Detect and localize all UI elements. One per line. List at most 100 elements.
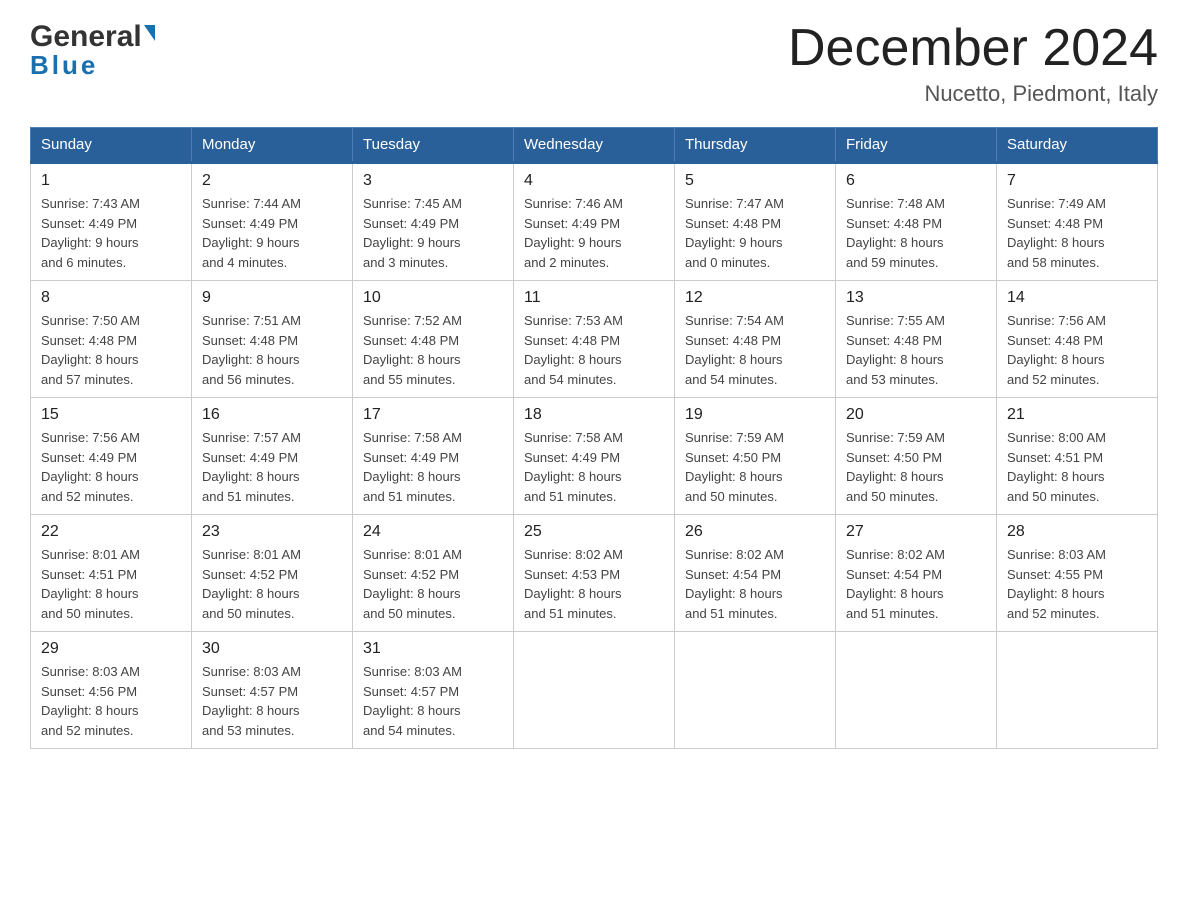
col-tuesday: Tuesday bbox=[353, 128, 514, 163]
day-number: 24 bbox=[363, 523, 503, 541]
calendar-cell: 6 Sunrise: 7:48 AMSunset: 4:48 PMDaylight… bbox=[836, 163, 997, 281]
calendar-cell: 24 Sunrise: 8:01 AMSunset: 4:52 PMDayligh… bbox=[353, 515, 514, 632]
calendar-cell: 7Sunrise: 7:49 AMSunset: 4:48 PMDaylight… bbox=[997, 163, 1158, 281]
calendar-cell: 28 Sunrise: 8:03 AMSunset: 4:55 PMDayligh… bbox=[997, 515, 1158, 632]
day-info: Sunrise: 7:59 AMSunset: 4:50 PMDaylight:… bbox=[685, 428, 825, 506]
day-number: 17 bbox=[363, 406, 503, 424]
day-number: 27 bbox=[846, 523, 986, 541]
day-info: Sunrise: 7:58 AMSunset: 4:49 PMDaylight:… bbox=[524, 428, 664, 506]
calendar-cell: 20 Sunrise: 7:59 AMSunset: 4:50 PMDayligh… bbox=[836, 398, 997, 515]
day-number: 28 bbox=[1007, 523, 1147, 541]
logo: General Blue bbox=[30, 20, 155, 81]
calendar-cell: 29 Sunrise: 8:03 AMSunset: 4:56 PMDayligh… bbox=[31, 632, 192, 749]
day-number: 6 bbox=[846, 172, 986, 190]
calendar-cell: 23Sunrise: 8:01 AMSunset: 4:52 PMDayligh… bbox=[192, 515, 353, 632]
calendar-cell: 12 Sunrise: 7:54 AMSunset: 4:48 PMDayligh… bbox=[675, 281, 836, 398]
day-number: 10 bbox=[363, 289, 503, 307]
day-number: 23 bbox=[202, 523, 342, 541]
day-number: 12 bbox=[685, 289, 825, 307]
day-info: Sunrise: 8:03 AMSunset: 4:55 PMDaylight:… bbox=[1007, 545, 1147, 623]
day-number: 1 bbox=[41, 172, 181, 190]
day-number: 9 bbox=[202, 289, 342, 307]
calendar-cell: 2Sunrise: 7:44 AMSunset: 4:49 PMDaylight… bbox=[192, 163, 353, 281]
day-number: 5 bbox=[685, 172, 825, 190]
week-row-3: 15 Sunrise: 7:56 AMSunset: 4:49 PMDayligh… bbox=[31, 398, 1158, 515]
day-number: 3 bbox=[363, 172, 503, 190]
day-number: 7 bbox=[1007, 172, 1147, 190]
calendar-cell: 30 Sunrise: 8:03 AMSunset: 4:57 PMDayligh… bbox=[192, 632, 353, 749]
calendar-cell: 14Sunrise: 7:56 AMSunset: 4:48 PMDayligh… bbox=[997, 281, 1158, 398]
day-number: 30 bbox=[202, 640, 342, 658]
col-saturday: Saturday bbox=[997, 128, 1158, 163]
day-info: Sunrise: 7:56 AMSunset: 4:49 PMDaylight:… bbox=[41, 428, 181, 506]
col-friday: Friday bbox=[836, 128, 997, 163]
col-monday: Monday bbox=[192, 128, 353, 163]
day-number: 20 bbox=[846, 406, 986, 424]
day-info: Sunrise: 8:03 AMSunset: 4:57 PMDaylight:… bbox=[202, 662, 342, 740]
day-info: Sunrise: 8:03 AMSunset: 4:57 PMDaylight:… bbox=[363, 662, 503, 740]
week-row-2: 8Sunrise: 7:50 AMSunset: 4:48 PMDaylight… bbox=[31, 281, 1158, 398]
logo-triangle-icon bbox=[144, 25, 155, 41]
col-sunday: Sunday bbox=[31, 128, 192, 163]
logo-general: General bbox=[30, 20, 142, 54]
day-info: Sunrise: 7:50 AMSunset: 4:48 PMDaylight:… bbox=[41, 311, 181, 389]
day-number: 15 bbox=[41, 406, 181, 424]
day-info: Sunrise: 8:03 AMSunset: 4:56 PMDaylight:… bbox=[41, 662, 181, 740]
day-number: 4 bbox=[524, 172, 664, 190]
day-number: 21 bbox=[1007, 406, 1147, 424]
calendar-cell: 1 Sunrise: 7:43 AMSunset: 4:49 PMDaylight… bbox=[31, 163, 192, 281]
day-info: Sunrise: 7:55 AMSunset: 4:48 PMDaylight:… bbox=[846, 311, 986, 389]
col-thursday: Thursday bbox=[675, 128, 836, 163]
day-number: 2 bbox=[202, 172, 342, 190]
day-info: Sunrise: 7:53 AMSunset: 4:48 PMDaylight:… bbox=[524, 311, 664, 389]
header-row: Sunday Monday Tuesday Wednesday Thursday… bbox=[31, 128, 1158, 163]
calendar-cell: 5 Sunrise: 7:47 AMSunset: 4:48 PMDaylight… bbox=[675, 163, 836, 281]
day-number: 25 bbox=[524, 523, 664, 541]
header: General Blue December 2024 Nucetto, Pied… bbox=[30, 20, 1158, 107]
calendar-cell: 17 Sunrise: 7:58 AMSunset: 4:49 PMDayligh… bbox=[353, 398, 514, 515]
day-number: 14 bbox=[1007, 289, 1147, 307]
day-number: 31 bbox=[363, 640, 503, 658]
calendar-cell bbox=[514, 632, 675, 749]
day-number: 22 bbox=[41, 523, 181, 541]
calendar-cell: 13Sunrise: 7:55 AMSunset: 4:48 PMDayligh… bbox=[836, 281, 997, 398]
calendar-cell: 18Sunrise: 7:58 AMSunset: 4:49 PMDayligh… bbox=[514, 398, 675, 515]
day-info: Sunrise: 8:02 AMSunset: 4:53 PMDaylight:… bbox=[524, 545, 664, 623]
calendar-cell: 19Sunrise: 7:59 AMSunset: 4:50 PMDayligh… bbox=[675, 398, 836, 515]
day-info: Sunrise: 8:02 AMSunset: 4:54 PMDaylight:… bbox=[846, 545, 986, 623]
day-info: Sunrise: 7:47 AMSunset: 4:48 PMDaylight:… bbox=[685, 194, 825, 272]
calendar-cell: 8Sunrise: 7:50 AMSunset: 4:48 PMDaylight… bbox=[31, 281, 192, 398]
day-info: Sunrise: 7:58 AMSunset: 4:49 PMDaylight:… bbox=[363, 428, 503, 506]
day-info: Sunrise: 8:01 AMSunset: 4:52 PMDaylight:… bbox=[363, 545, 503, 623]
day-info: Sunrise: 7:52 AMSunset: 4:48 PMDaylight:… bbox=[363, 311, 503, 389]
week-row-1: 1 Sunrise: 7:43 AMSunset: 4:49 PMDaylight… bbox=[31, 163, 1158, 281]
day-info: Sunrise: 7:54 AMSunset: 4:48 PMDaylight:… bbox=[685, 311, 825, 389]
calendar-cell: 15 Sunrise: 7:56 AMSunset: 4:49 PMDayligh… bbox=[31, 398, 192, 515]
day-number: 11 bbox=[524, 289, 664, 307]
calendar-cell: 31 Sunrise: 8:03 AMSunset: 4:57 PMDayligh… bbox=[353, 632, 514, 749]
logo-blue: Blue bbox=[30, 50, 98, 81]
day-number: 16 bbox=[202, 406, 342, 424]
calendar-table: Sunday Monday Tuesday Wednesday Thursday… bbox=[30, 127, 1158, 749]
calendar-cell bbox=[675, 632, 836, 749]
day-info: Sunrise: 8:01 AMSunset: 4:51 PMDaylight:… bbox=[41, 545, 181, 623]
calendar-cell bbox=[836, 632, 997, 749]
week-row-4: 22 Sunrise: 8:01 AMSunset: 4:51 PMDayligh… bbox=[31, 515, 1158, 632]
calendar-cell: 16Sunrise: 7:57 AMSunset: 4:49 PMDayligh… bbox=[192, 398, 353, 515]
calendar-cell: 27 Sunrise: 8:02 AMSunset: 4:54 PMDayligh… bbox=[836, 515, 997, 632]
calendar-cell: 11 Sunrise: 7:53 AMSunset: 4:48 PMDayligh… bbox=[514, 281, 675, 398]
week-row-5: 29 Sunrise: 8:03 AMSunset: 4:56 PMDayligh… bbox=[31, 632, 1158, 749]
calendar-cell: 26Sunrise: 8:02 AMSunset: 4:54 PMDayligh… bbox=[675, 515, 836, 632]
calendar-cell: 21 Sunrise: 8:00 AMSunset: 4:51 PMDayligh… bbox=[997, 398, 1158, 515]
calendar-cell: 22 Sunrise: 8:01 AMSunset: 4:51 PMDayligh… bbox=[31, 515, 192, 632]
day-info: Sunrise: 7:48 AMSunset: 4:48 PMDaylight:… bbox=[846, 194, 986, 272]
day-info: Sunrise: 7:45 AMSunset: 4:49 PMDaylight:… bbox=[363, 194, 503, 272]
day-info: Sunrise: 8:00 AMSunset: 4:51 PMDaylight:… bbox=[1007, 428, 1147, 506]
calendar-cell: 10 Sunrise: 7:52 AMSunset: 4:48 PMDayligh… bbox=[353, 281, 514, 398]
day-number: 29 bbox=[41, 640, 181, 658]
calendar-cell: 3 Sunrise: 7:45 AMSunset: 4:49 PMDaylight… bbox=[353, 163, 514, 281]
day-info: Sunrise: 7:59 AMSunset: 4:50 PMDaylight:… bbox=[846, 428, 986, 506]
location-subtitle: Nucetto, Piedmont, Italy bbox=[788, 81, 1158, 107]
day-info: Sunrise: 7:43 AMSunset: 4:49 PMDaylight:… bbox=[41, 194, 181, 272]
calendar-cell: 4Sunrise: 7:46 AMSunset: 4:49 PMDaylight… bbox=[514, 163, 675, 281]
